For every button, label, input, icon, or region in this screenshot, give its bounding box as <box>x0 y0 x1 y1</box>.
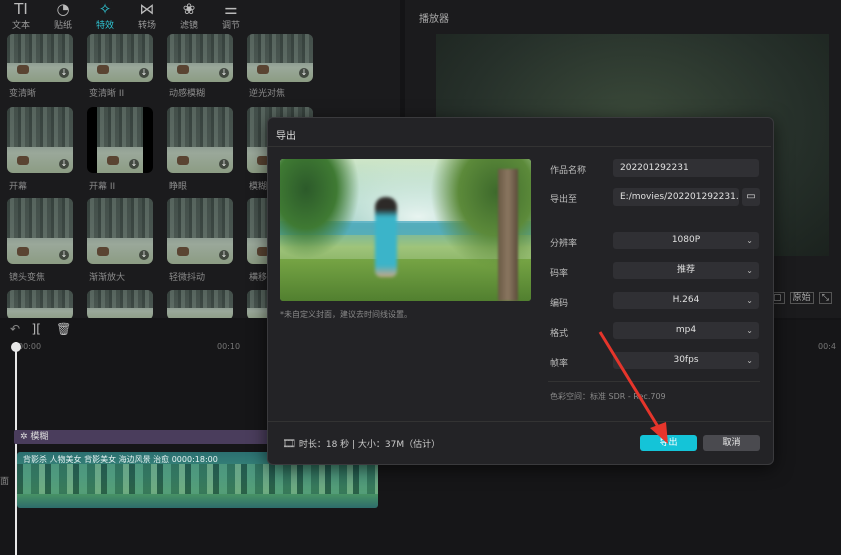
effect-thumb[interactable]: ↓ <box>167 198 233 264</box>
effect-thumb[interactable]: ↓ <box>87 107 153 173</box>
player-title: 播放器 <box>419 14 449 25</box>
download-icon[interactable]: ↓ <box>219 159 229 169</box>
name-label: 作品名称 <box>550 166 587 176</box>
effect-thumb[interactable] <box>87 290 153 318</box>
divider <box>268 146 771 147</box>
bitrate-label: 码率 <box>550 269 569 279</box>
delete-icon[interactable]: 🗑 <box>56 322 71 336</box>
tool-text[interactable]: TI 文本 <box>0 0 42 34</box>
tool-transition[interactable]: ⋈ 转场 <box>126 0 168 34</box>
timeline-tools: ↶ ][ 🗑 <box>10 322 71 336</box>
expand-icon[interactable]: ⤡ <box>818 292 832 304</box>
effect-thumb[interactable]: ↓ <box>87 198 153 264</box>
effect-label: 轻微抖动 <box>169 273 206 283</box>
effect-label: 逆光对焦 <box>249 89 286 99</box>
chevron-down-icon: ⌄ <box>746 236 753 245</box>
effect-thumb[interactable]: ↓ <box>7 107 73 173</box>
bitrate-select[interactable]: 推荐 ⌄ <box>613 262 759 279</box>
effect-label: 变清晰 <box>9 89 37 99</box>
path-input[interactable]: E:/movies/202201292231... <box>613 188 739 206</box>
original-ratio-button[interactable]: 原始 <box>789 292 814 304</box>
track-side-tag: 面 <box>0 477 10 487</box>
split-icon[interactable]: ][ <box>32 322 41 336</box>
effect-label: 变清晰 II <box>89 89 125 99</box>
sticker-icon: ◔ <box>56 0 70 18</box>
effect-label: 镜头变焦 <box>9 273 46 283</box>
chevron-down-icon: ⌄ <box>746 326 753 335</box>
effect-label: 横移 <box>249 273 268 283</box>
effect-clip-label: 模糊 <box>30 432 49 442</box>
effect-thumb[interactable]: ↓ <box>7 34 73 82</box>
undo-icon[interactable]: ↶ <box>10 322 20 336</box>
effect-thumb[interactable] <box>7 290 73 318</box>
name-input[interactable]: 202201292231 <box>613 159 759 177</box>
divider <box>268 421 771 422</box>
chevron-down-icon: ⌄ <box>746 356 753 365</box>
video-clip-label: 背影杀 人物美女 背影美女 海边风景 治愈 0000:18:00 <box>23 455 218 464</box>
format-label: 格式 <box>550 329 569 339</box>
chevron-down-icon: ⌄ <box>746 266 753 275</box>
fps-label: 帧率 <box>550 359 569 369</box>
effect-clip-icon: ✲ <box>20 432 28 442</box>
resolution-label: 分辨率 <box>550 239 578 249</box>
download-icon[interactable]: ↓ <box>139 68 149 78</box>
download-icon[interactable]: ↓ <box>59 250 69 260</box>
film-icon: 🎞 <box>282 437 296 450</box>
resolution-select[interactable]: 1080P ⌄ <box>613 232 759 249</box>
download-icon[interactable]: ↓ <box>219 250 229 260</box>
dialog-title: 导出 <box>276 131 296 142</box>
download-icon[interactable]: ↓ <box>299 68 309 78</box>
transition-icon: ⋈ <box>139 0 155 18</box>
effect-label: 渐渐放大 <box>89 273 126 283</box>
cover-preview <box>280 159 531 301</box>
effect-thumb[interactable]: ↓ <box>247 34 313 82</box>
cancel-button[interactable]: 取消 <box>703 435 760 451</box>
effects-icon: ✧ <box>98 0 112 18</box>
player-controls: ▢ 原始 ⤡ <box>770 285 832 304</box>
tool-filter[interactable]: ❀ 滤镜 <box>168 0 210 34</box>
download-icon[interactable]: ↓ <box>59 159 69 169</box>
download-icon[interactable]: ↓ <box>219 68 229 78</box>
effect-label: 模糊 <box>249 182 268 192</box>
download-icon[interactable]: ↓ <box>129 159 139 169</box>
effect-label: 开幕 II <box>89 182 116 192</box>
ruler-tick: 00:10 <box>217 342 241 351</box>
effect-thumb[interactable] <box>167 290 233 318</box>
effect-thumb[interactable]: ↓ <box>7 198 73 264</box>
tool-effects[interactable]: ✧ 特效 <box>84 0 126 34</box>
ruler-tick: 00:00 <box>18 342 42 351</box>
effect-thumb[interactable]: ↓ <box>167 34 233 82</box>
download-icon[interactable]: ↓ <box>59 68 69 78</box>
effect-label: 开幕 <box>9 182 28 192</box>
chevron-down-icon: ⌄ <box>746 296 753 305</box>
download-icon[interactable]: ↓ <box>139 250 149 260</box>
codec-select[interactable]: H.264 ⌄ <box>613 292 759 309</box>
path-label: 导出至 <box>550 195 578 205</box>
effect-label: 动感模糊 <box>169 89 206 99</box>
effect-label: 睁眼 <box>169 182 188 192</box>
effect-thumb[interactable]: ↓ <box>87 34 153 82</box>
codec-label: 编码 <box>550 299 569 309</box>
playhead[interactable] <box>15 342 17 555</box>
playhead-handle[interactable] <box>11 342 21 352</box>
folder-icon[interactable]: ▭ <box>742 188 760 206</box>
adjust-icon: ⚌ <box>224 0 238 18</box>
cover-note: *未自定义封面，建议去时间线设置。 <box>280 310 412 319</box>
tool-adjust[interactable]: ⚌ 调节 <box>210 0 252 34</box>
tool-sticker[interactable]: ◔ 贴纸 <box>42 0 84 34</box>
annotation-arrow <box>598 331 668 444</box>
effect-thumb[interactable]: ↓ <box>167 107 233 173</box>
ruler-tick: 00:4 <box>818 342 836 351</box>
filter-icon: ❀ <box>182 0 196 18</box>
text-icon: TI <box>14 0 28 18</box>
material-toolbar: TI 文本 ◔ 贴纸 ✧ 特效 ⋈ 转场 ❀ 滤镜 ⚌ 调节 <box>0 0 400 34</box>
export-summary: 🎞 时长：18 秒 | 大小：37M（估计） <box>282 437 441 450</box>
